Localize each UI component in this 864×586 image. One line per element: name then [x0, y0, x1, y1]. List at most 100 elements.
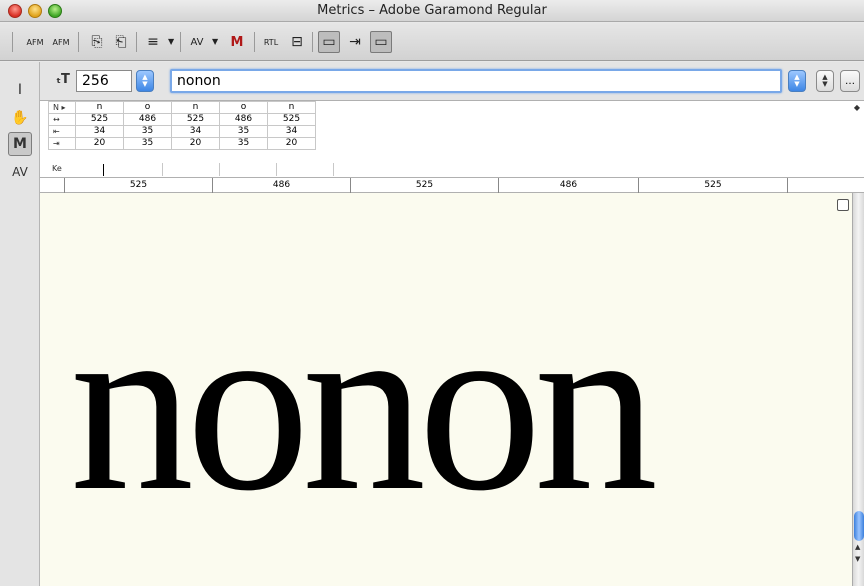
- auto-metrics-button[interactable]: M: [226, 31, 248, 53]
- width-row: ↔ 525 486 525 486 525: [48, 113, 316, 126]
- kerning-cell[interactable]: [333, 163, 334, 176]
- kerning-icon: AV: [190, 36, 204, 48]
- font-size-field[interactable]: 256: [76, 70, 132, 92]
- list-icon: ≡: [147, 33, 159, 50]
- ruler-segment: 525: [350, 178, 498, 193]
- text-options-stepper[interactable]: ▲ ▼: [816, 70, 834, 92]
- toolbar-separator: [78, 32, 79, 52]
- width-cell[interactable]: 486: [123, 113, 172, 126]
- glyph-cell[interactable]: n: [75, 101, 124, 114]
- chevron-down-icon[interactable]: ▼: [212, 37, 218, 46]
- metrics-icon: M: [13, 136, 27, 152]
- scroll-up-icon[interactable]: ▲: [855, 543, 860, 551]
- metrics-table: N ▸ n o n o n ↔ 525 486 525 486 525 ⇤ 34…: [48, 101, 316, 150]
- lsb-row: ⇤ 34 35 34 35 34: [48, 125, 316, 138]
- ruler-segment: 486: [498, 178, 638, 193]
- copy-metrics-button[interactable]: ⎘: [86, 31, 108, 53]
- sample-text-field[interactable]: nonon: [170, 69, 782, 93]
- glyph-cell[interactable]: n: [267, 101, 316, 114]
- rtl-button[interactable]: RTL: [260, 31, 282, 53]
- hand-tool-button[interactable]: ✋: [8, 106, 32, 130]
- rsb-cell[interactable]: 35: [123, 137, 172, 150]
- kerning-cell[interactable]: [276, 163, 277, 176]
- kerning-cell[interactable]: [219, 163, 220, 176]
- lsb-cell[interactable]: 34: [171, 125, 220, 138]
- window-title: Metrics – Adobe Garamond Regular: [317, 3, 547, 18]
- ruler-segment: 486: [212, 178, 350, 193]
- row-header-lsb: ⇤: [48, 125, 76, 138]
- show-ruler-button[interactable]: ⇥: [344, 31, 366, 53]
- paste-metrics-button[interactable]: ⎗: [110, 31, 132, 53]
- open-afm-button[interactable]: AFM: [24, 31, 46, 53]
- table-icon: ▭: [322, 33, 336, 50]
- save-afm-button[interactable]: AFM: [50, 31, 72, 53]
- font-size-stepper[interactable]: ▲ ▼: [136, 70, 154, 92]
- width-cell[interactable]: 525: [267, 113, 316, 126]
- sample-text-preview: nonon: [70, 267, 658, 542]
- save-afm-icon: AFM: [52, 37, 70, 47]
- more-button[interactable]: …: [840, 70, 860, 92]
- vertical-scrollbar[interactable]: ▲ ▼: [852, 193, 864, 586]
- glyph-width-ruler: 525 486 525 486 525: [40, 177, 864, 193]
- stepper-down-icon: ▼: [794, 80, 800, 88]
- rsb-row: ⇥ 20 35 20 35 20: [48, 137, 316, 150]
- rsb-cell[interactable]: 35: [219, 137, 268, 150]
- title-bar: Metrics – Adobe Garamond Regular: [0, 0, 864, 22]
- glyph-cell[interactable]: n: [171, 101, 220, 114]
- text-history-stepper[interactable]: ▲ ▼: [788, 70, 806, 92]
- open-afm-icon: AFM: [26, 37, 44, 47]
- sidebearings-button[interactable]: ⊟: [286, 31, 308, 53]
- auto-metrics-icon: M: [230, 34, 244, 50]
- kerning-cell[interactable]: [162, 163, 163, 176]
- toolbar-separator: [180, 32, 181, 52]
- show-metrics-table-button[interactable]: ▭: [318, 31, 340, 53]
- row-header-glyph: N ▸: [48, 101, 76, 114]
- canvas-options-button[interactable]: [837, 199, 849, 211]
- text-caret: [103, 164, 104, 176]
- hand-icon: ✋: [11, 110, 29, 126]
- scroll-down-icon[interactable]: ▼: [855, 555, 860, 563]
- text-tool-button[interactable]: I: [8, 78, 32, 102]
- row-header-width: ↔: [48, 113, 76, 126]
- kerning-row: Ke: [48, 163, 368, 177]
- glyph-preview-canvas[interactable]: nonon: [40, 193, 852, 586]
- lsb-cell[interactable]: 35: [123, 125, 172, 138]
- rtl-icon: RTL: [263, 37, 279, 47]
- text-cursor-icon: I: [17, 82, 23, 98]
- metrics-table-panel: N ▸ n o n o n ↔ 525 486 525 486 525 ⇤ 34…: [40, 100, 864, 177]
- ruler-segment: 525: [638, 178, 788, 193]
- ruler-icon: ⇥: [349, 33, 361, 50]
- kerning-row-label: Ke: [52, 164, 62, 173]
- kerning-tool-button[interactable]: AV: [8, 160, 32, 184]
- stepper-down-icon: ▼: [142, 80, 148, 88]
- rsb-cell[interactable]: 20: [267, 137, 316, 150]
- scrollbar-thumb[interactable]: [854, 511, 864, 541]
- width-cell[interactable]: 525: [75, 113, 124, 126]
- lsb-cell[interactable]: 34: [267, 125, 316, 138]
- ruler-segment: 525: [64, 178, 212, 193]
- lsb-cell[interactable]: 35: [219, 125, 268, 138]
- width-cell[interactable]: 525: [171, 113, 220, 126]
- lsb-cell[interactable]: 34: [75, 125, 124, 138]
- kerning-pairs-button[interactable]: AV: [186, 31, 208, 53]
- toolbar-separator: [312, 32, 313, 52]
- rsb-cell[interactable]: 20: [75, 137, 124, 150]
- rsb-cell[interactable]: 20: [171, 137, 220, 150]
- glyph-cell[interactable]: o: [219, 101, 268, 114]
- kerning-tool-icon: AV: [12, 165, 28, 179]
- metrics-options-button[interactable]: ≡: [142, 31, 164, 53]
- toolbar-separator: [254, 32, 255, 52]
- font-size-icon: ₜT: [56, 72, 70, 87]
- width-cell[interactable]: 486: [219, 113, 268, 126]
- chevron-down-icon[interactable]: ▼: [168, 37, 174, 46]
- glyph-cell[interactable]: o: [123, 101, 172, 114]
- text-entry-bar: ₜT 256 ▲ ▼ nonon ▲ ▼ ▲ ▼ …: [40, 62, 864, 100]
- sidebearings-icon: ⊟: [291, 33, 303, 50]
- toolbar-separator: [136, 32, 137, 52]
- row-header-rsb: ⇥: [48, 137, 76, 150]
- copy-icon: ⎘: [91, 33, 103, 50]
- toolbar: AFM AFM ⎘ ⎗ ≡ ▼ AV ▼ M RTL ⊟ ▭ ⇥ ▭: [0, 23, 864, 61]
- metrics-panel-toggle-icon[interactable]: ◆: [854, 103, 860, 112]
- show-panel-button[interactable]: ▭: [370, 31, 392, 53]
- metrics-tool-button[interactable]: M: [8, 132, 32, 156]
